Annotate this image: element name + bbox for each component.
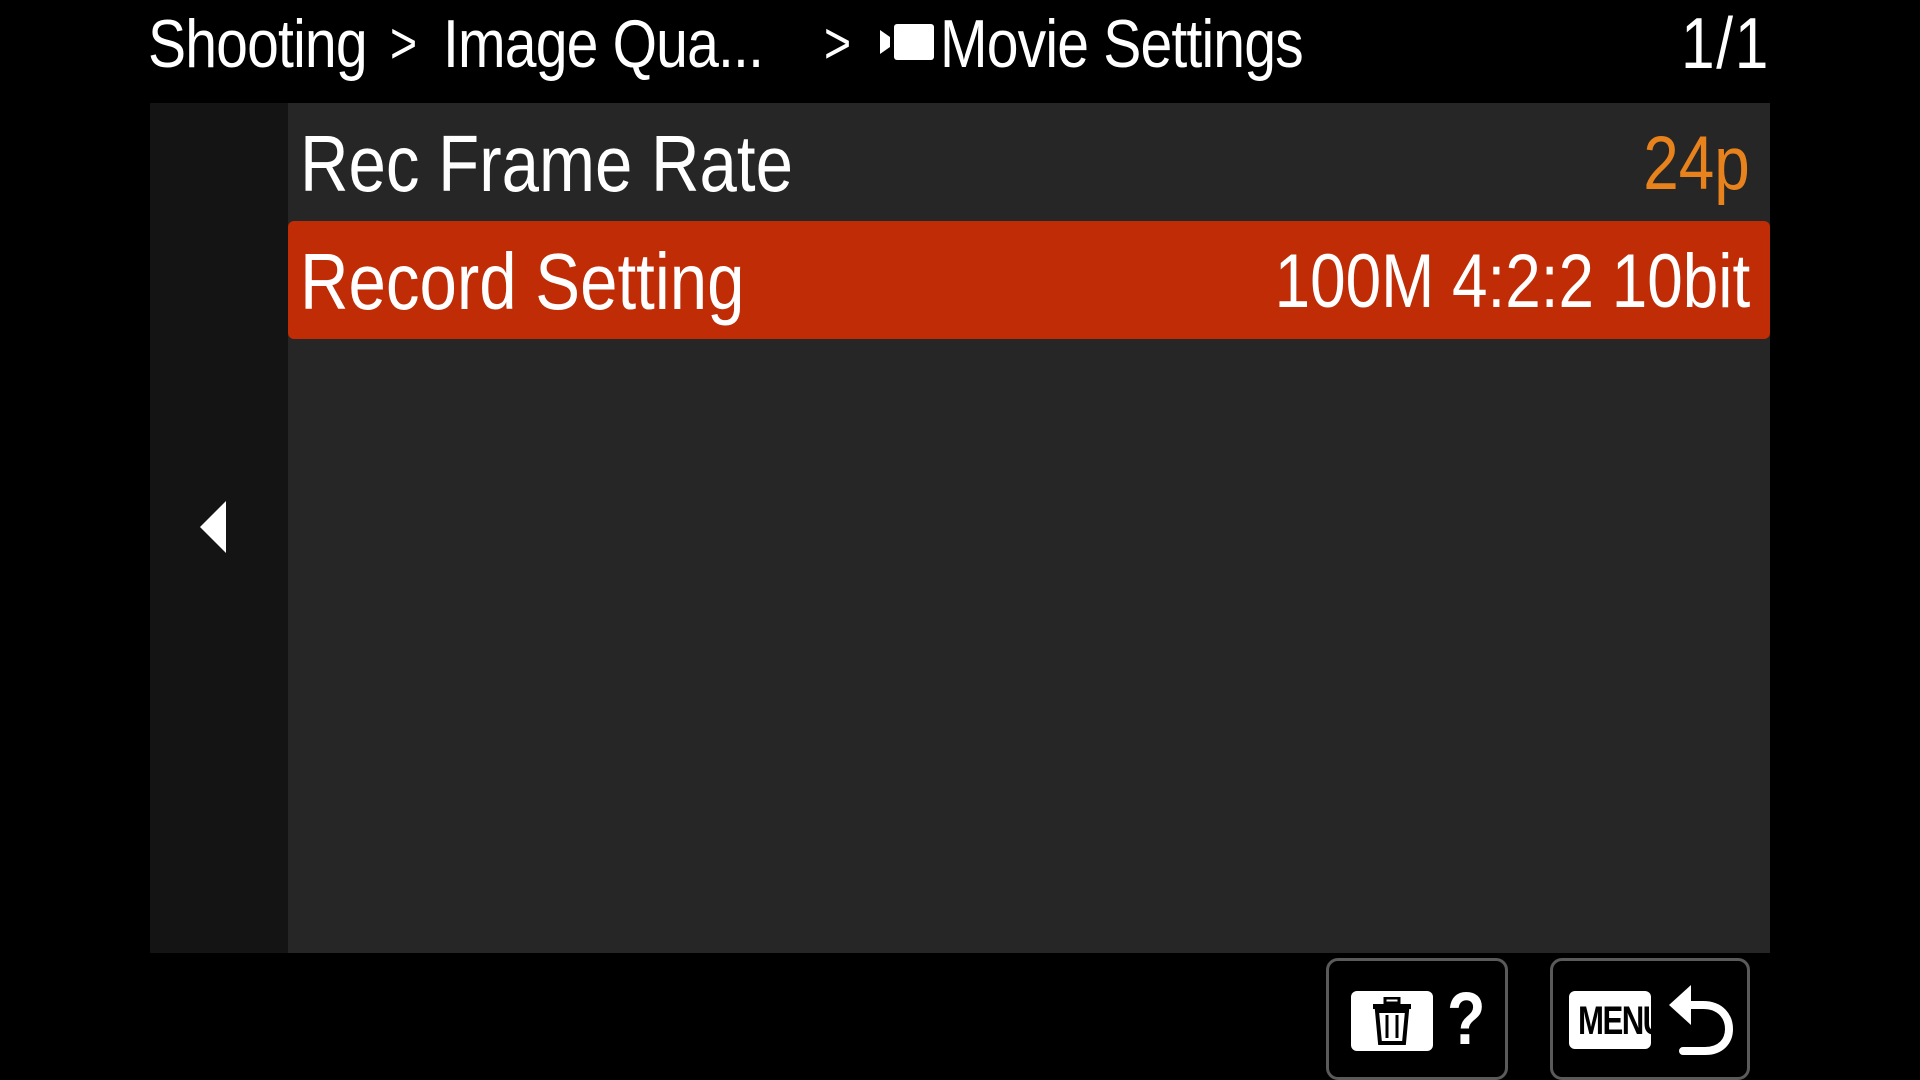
menu-return-button[interactable]: MENU — [1550, 958, 1750, 1080]
breadcrumb-image-quality[interactable]: Image Qua... — [443, 4, 764, 84]
menu-item-label: Rec Frame Rate — [300, 119, 793, 208]
menu-item-record-setting[interactable]: Record Setting 100M 4:2:2 10bit — [288, 221, 1770, 339]
page-indicator: 1/1 — [1680, 4, 1770, 84]
menu-key-icon: MENU — [1569, 991, 1651, 1049]
trash-icon — [1351, 991, 1433, 1051]
delete-help-button[interactable]: ? — [1326, 958, 1508, 1080]
return-arrow-icon — [1669, 985, 1734, 1055]
breadcrumb-separator: > — [824, 11, 852, 76]
help-icon: ? — [1447, 977, 1486, 1060]
movie-icon — [880, 24, 934, 60]
menu-key-label: MENU — [1578, 999, 1651, 1043]
menu-item-rec-frame-rate[interactable]: Rec Frame Rate 24p — [288, 103, 1770, 221]
camera-menu-screen: Shooting > Image Qua... > Movie Settings… — [0, 0, 1920, 1080]
breadcrumb-separator: > — [390, 11, 418, 76]
menu-item-value: 24p — [1643, 121, 1750, 206]
breadcrumb: Shooting > Image Qua... > Movie Settings… — [148, 0, 1770, 100]
menu-item-label: Record Setting — [300, 237, 745, 326]
back-strip[interactable] — [150, 103, 288, 953]
menu-panel: Rec Frame Rate 24p Record Setting 100M 4… — [150, 103, 1770, 953]
menu-item-value: 100M 4:2:2 10bit — [1274, 239, 1750, 324]
breadcrumb-movie-settings: Movie Settings — [940, 6, 1304, 82]
breadcrumb-shooting[interactable]: Shooting — [148, 4, 368, 84]
triangle-left-icon[interactable] — [200, 501, 226, 553]
